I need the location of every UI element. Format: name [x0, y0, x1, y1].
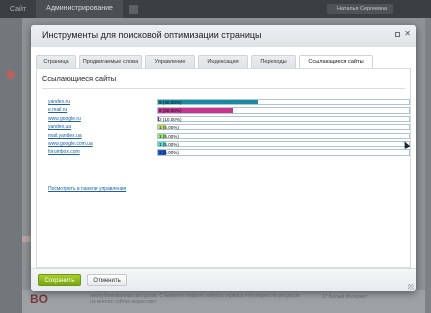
site-share-bar: 1 (5.00%)	[157, 132, 410, 139]
site-share-label: 1 (5.00%)	[159, 141, 179, 147]
tab-indexing[interactable]: Индексация	[198, 55, 248, 68]
site-share-label: 8 (30.00%)	[159, 108, 182, 114]
save-button[interactable]: Сохранить	[38, 274, 81, 286]
site-link[interactable]: forumbox.com	[48, 149, 80, 156]
view-in-control-panel-link[interactable]: Посмотреть в панели управления	[48, 186, 126, 192]
bo-logo: BO	[30, 292, 48, 306]
site-row: e.mail.ru 8 (30.00%)	[48, 107, 410, 115]
site-link[interactable]: www.google.com.ua	[48, 141, 93, 148]
dialog-title: Инструменты для поисковой оптимизации ст…	[42, 30, 262, 40]
site-row: forumbox.com 1 (5.00%)	[48, 149, 410, 157]
site-link[interactable]: www.google.ru	[48, 116, 81, 123]
tab-referring-sites[interactable]: Ссылающиеся сайты	[299, 55, 373, 69]
site-share-bar: 8 (30.00%)	[157, 107, 410, 114]
page-text: неопубликованных ресурсов. С момента пер…	[90, 293, 300, 305]
site-share-bar: 1 (5.00%)	[157, 124, 410, 131]
page-side-text: 17 Белый Интернет	[322, 294, 368, 300]
right-scroll-area	[425, 18, 431, 313]
site-link[interactable]: e.mail.ru	[48, 107, 67, 114]
tab-promoted-words[interactable]: Продвигаемые слова	[79, 55, 142, 68]
site-link[interactable]: mail.yandex.ua	[48, 133, 82, 140]
site-link[interactable]: yandex.ru	[48, 99, 70, 106]
referring-sites-list: yandex.ru 9 (40.00%) e.mail.ru 8 (30.00%) ww…	[48, 99, 410, 158]
site-row: yandex.ru 9 (40.00%)	[48, 99, 410, 107]
site-share-bar: 2 (10.00%)	[157, 115, 410, 122]
site-share-label: 1 (5.00%)	[159, 150, 179, 156]
panel-indicator-icon	[6, 70, 15, 79]
user-menu[interactable]: Наталья Сергеевна	[327, 4, 393, 14]
site-row: www.google.ru 2 (10.00%)	[48, 115, 410, 124]
tab-content: Ссылающиеся сайты yandex.ru 9 (40.00%) e.m…	[36, 68, 411, 268]
maximize-icon[interactable]	[395, 32, 400, 37]
tab-referrals[interactable]: Переходы	[251, 55, 296, 68]
notification-badge[interactable]	[128, 4, 138, 14]
cancel-button[interactable]: Отменить	[87, 274, 127, 286]
section-title: Ссылающиеся сайты	[42, 74, 117, 83]
dialog-tabs: Страница Продвигаемые слова Управление И…	[36, 55, 373, 69]
site-share-label: 1 (5.00%)	[159, 125, 179, 131]
resize-handle[interactable]	[408, 284, 414, 290]
site-share-bar: 9 (40.00%)	[157, 99, 410, 106]
seo-tools-dialog: Инструменты для поисковой оптимизации ст…	[31, 25, 416, 291]
tab-management[interactable]: Управление	[145, 55, 195, 68]
site-share-label: 2 (10.00%)	[159, 116, 182, 122]
site-share-bar: 1 (5.00%)	[157, 140, 410, 148]
site-link[interactable]: yandex.ua	[48, 124, 71, 131]
close-icon[interactable]: ✕	[404, 29, 411, 39]
topbar-tab-admin[interactable]: Администрирование	[36, 0, 123, 18]
site-share-bar: 1 (5.00%)	[157, 149, 410, 156]
left-panel	[0, 18, 22, 313]
dialog-footer: Сохранить Отменить	[31, 268, 416, 291]
dialog-header[interactable]: Инструменты для поисковой оптимизации ст…	[31, 25, 416, 47]
divider	[42, 88, 405, 89]
site-share-label: 1 (5.00%)	[159, 133, 179, 139]
site-share-label: 9 (40.00%)	[159, 100, 182, 105]
tab-page[interactable]: Страница	[36, 55, 76, 68]
site-row: yandex.ua 1 (5.00%)	[48, 124, 410, 132]
topbar-tab-site[interactable]: Сайт	[0, 6, 36, 13]
site-row: mail.yandex.ua 1 (5.00%)	[48, 132, 410, 141]
site-row: www.google.com.ua 1 (5.00%)	[48, 140, 410, 149]
